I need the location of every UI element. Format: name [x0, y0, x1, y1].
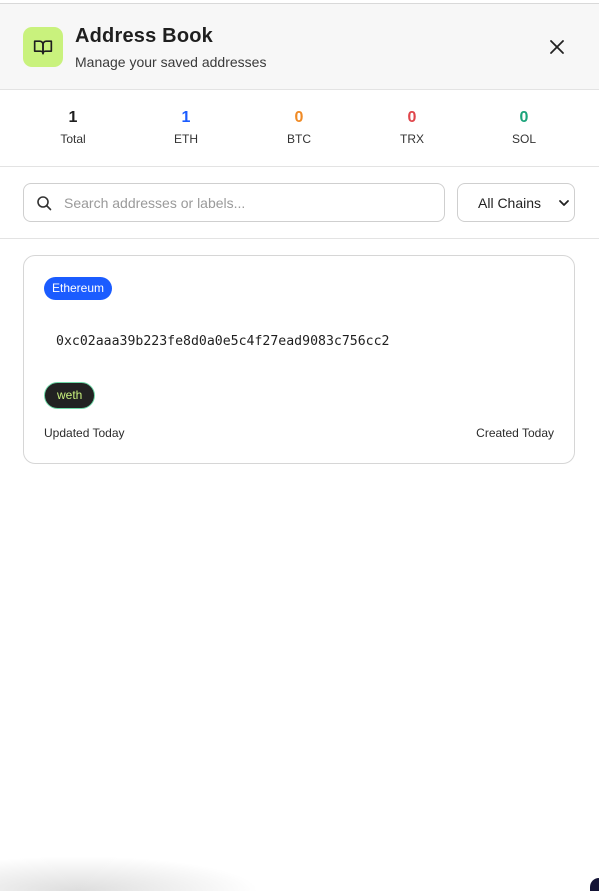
stat-sol-label: SOL — [511, 132, 536, 146]
stat-trx: 0 TRX — [372, 108, 452, 146]
updated-date: Updated Today — [44, 426, 125, 440]
header: Address Book Manage your saved addresses — [0, 4, 599, 90]
stat-btc-label: BTC — [287, 132, 311, 146]
stat-sol-value: 0 — [519, 109, 529, 126]
address-card[interactable]: Ethereum 0xc02aaa39b223fe8d0a0e5c4f27ead… — [23, 255, 575, 464]
stat-eth: 1 ETH — [146, 108, 226, 146]
book-open-icon — [23, 27, 63, 67]
address-book-panel: Address Book Manage your saved addresses… — [0, 0, 599, 891]
filter-toolbar: All Chains — [0, 167, 599, 239]
search-icon — [37, 196, 52, 211]
stat-total-label: Total — [60, 132, 86, 146]
close-icon — [550, 40, 564, 54]
chain-badge: Ethereum — [44, 277, 113, 300]
chevron-down-icon — [559, 200, 569, 206]
created-date: Created Today — [476, 426, 554, 440]
stat-total-value: 1 — [68, 109, 78, 126]
search-box[interactable] — [23, 183, 445, 222]
chain-filter-value: All Chains — [478, 194, 542, 211]
stat-trx-label: TRX — [400, 132, 424, 146]
address-label-tag: weth — [44, 382, 96, 409]
stat-total: 1 Total — [33, 108, 113, 146]
bottom-shadow — [0, 856, 260, 891]
stat-btc-value: 0 — [294, 109, 304, 126]
stat-trx-value: 0 — [407, 109, 417, 126]
page-title: Address Book — [75, 25, 213, 47]
close-button[interactable] — [545, 35, 569, 59]
stat-sol: 0 SOL — [484, 108, 564, 146]
wallet-address[interactable]: 0xc02aaa39b223fe8d0a0e5c4f27ead9083c756c… — [56, 334, 389, 349]
chain-filter-select[interactable]: All Chains — [457, 183, 575, 222]
stat-eth-label: ETH — [174, 132, 198, 146]
stats-bar: 1 Total 1 ETH 0 BTC 0 TRX 0 SOL — [0, 90, 599, 167]
stat-eth-value: 1 — [181, 109, 191, 126]
page-subtitle: Manage your saved addresses — [75, 54, 267, 70]
corner-decoration — [590, 878, 599, 891]
stat-btc: 0 BTC — [259, 108, 339, 146]
search-input[interactable] — [64, 184, 434, 221]
